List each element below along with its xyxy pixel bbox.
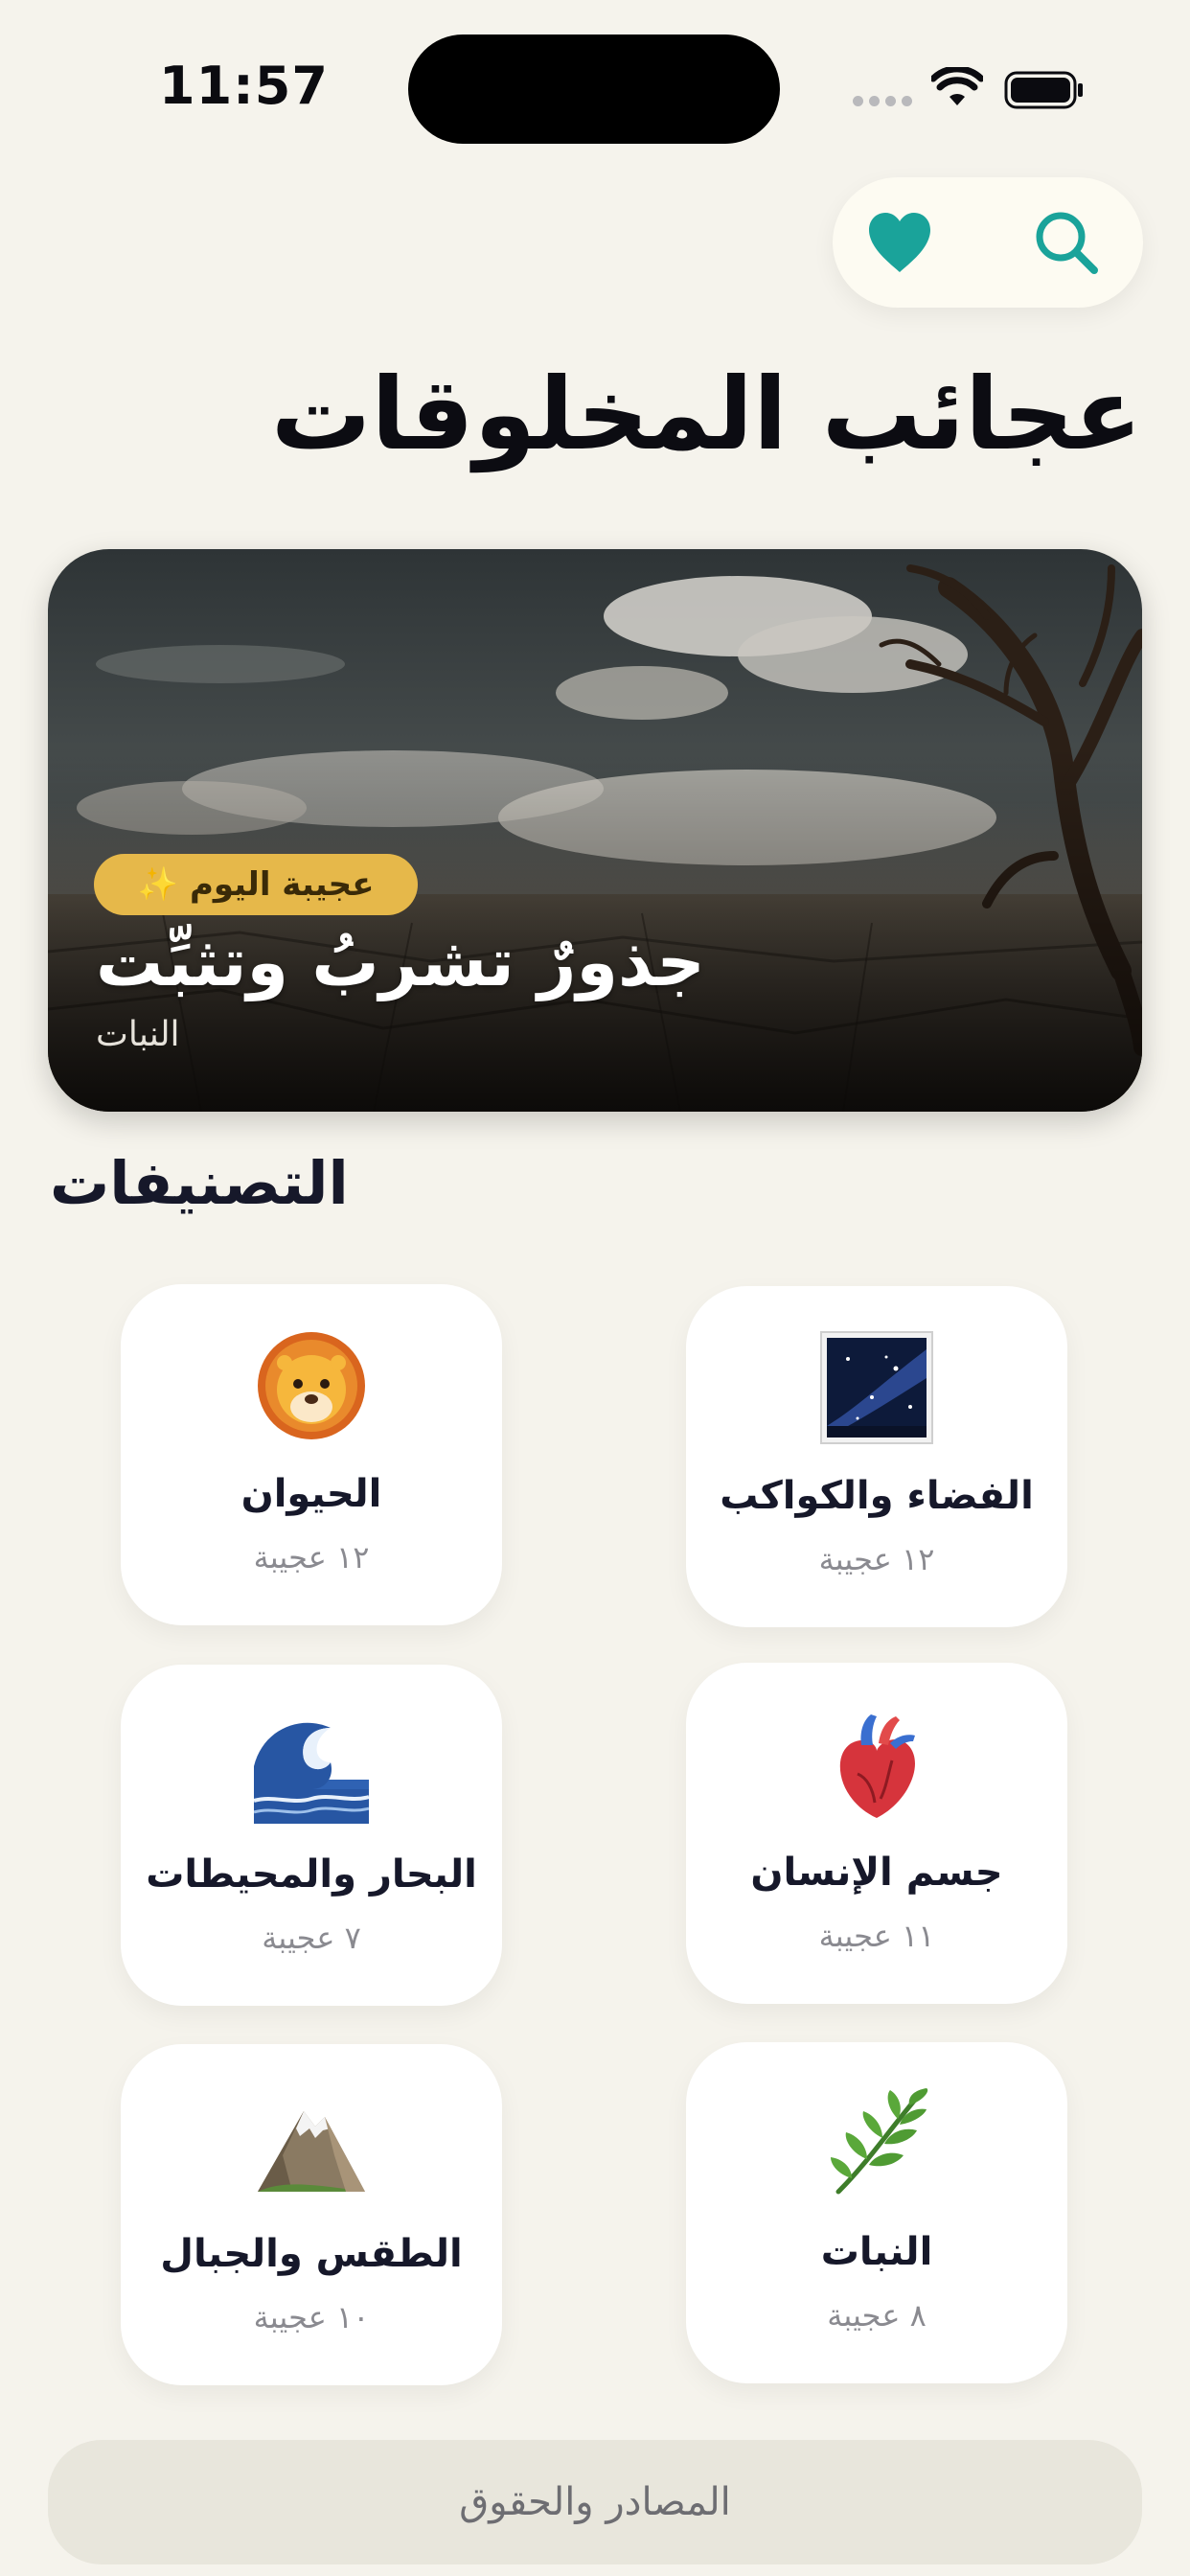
status-time: 11:57	[159, 56, 329, 116]
category-count: ١٢ عجيبة	[818, 1541, 935, 1577]
category-name: الطقس والجبال	[160, 2232, 463, 2276]
cellular-signal-icon	[853, 96, 912, 107]
water-wave-icon	[254, 1722, 369, 1824]
featured-image	[48, 549, 1142, 1112]
categories-heading: التصنيفات	[50, 1148, 349, 1218]
wifi-icon	[931, 67, 983, 105]
category-name: الحيوان	[240, 1472, 382, 1516]
battery-icon	[1004, 71, 1083, 109]
featured-title: جذورٌ تشربُ وتثبِّت	[96, 923, 705, 1001]
favorites-button[interactable]	[861, 204, 938, 281]
category-count: ٨ عجيبة	[827, 2297, 927, 2334]
category-count: ١٠ عجيبة	[253, 2299, 370, 2335]
category-name: البحار والمحيطات	[146, 1852, 477, 1897]
lion-icon	[258, 1332, 365, 1439]
category-card-animals[interactable]: الحيوان ١٢ عجيبة	[121, 1284, 502, 1625]
category-card-weather-mountains[interactable]: الطقس والجبال ١٠ عجيبة	[121, 2044, 502, 2385]
featured-category: النبات	[96, 1015, 180, 1054]
category-name: جسم الإنسان	[750, 1851, 1003, 1895]
mountain-icon	[258, 2111, 365, 2192]
page-title: عجائب المخلوقات	[270, 356, 1142, 472]
category-name: النبات	[820, 2230, 933, 2274]
anatomical-heart-icon	[839, 1714, 915, 1818]
category-count: ١١ عجيبة	[818, 1918, 935, 1954]
daily-wonder-badge: عجيبة اليوم ✨	[94, 854, 418, 915]
category-card-plants[interactable]: النبات ٨ عجيبة	[686, 2042, 1067, 2383]
category-count: ٧ عجيبة	[262, 1920, 361, 1956]
search-icon	[1036, 212, 1098, 274]
category-card-space[interactable]: الفضاء والكواكب ١٢ عجيبة	[686, 1286, 1067, 1627]
dynamic-island	[408, 34, 780, 144]
sparkles-icon: ✨	[137, 865, 178, 904]
milky-way-icon	[820, 1331, 933, 1444]
category-card-seas[interactable]: البحار والمحيطات ٧ عجيبة	[121, 1665, 502, 2006]
category-name: الفضاء والكواكب	[720, 1474, 1034, 1518]
heart-icon	[869, 213, 930, 272]
search-button[interactable]	[1028, 204, 1105, 281]
featured-wonder-card[interactable]: عجيبة اليوم ✨ جذورٌ تشربُ وتثبِّت النبات	[48, 549, 1142, 1112]
sources-and-credits-button[interactable]: المصادر والحقوق	[48, 2440, 1142, 2564]
category-card-human-body[interactable]: جسم الإنسان ١١ عجيبة	[686, 1663, 1067, 2004]
herb-icon	[831, 2088, 928, 2195]
header-actions	[833, 177, 1143, 308]
badge-label: عجيبة اليوم	[189, 865, 375, 904]
category-count: ١٢ عجيبة	[253, 1539, 370, 1576]
